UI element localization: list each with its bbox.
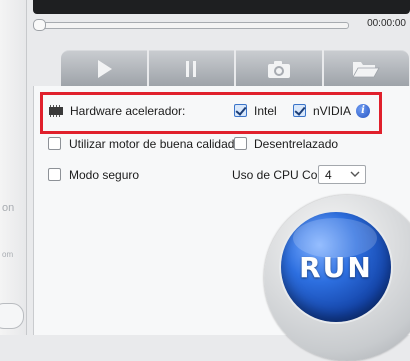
- chevron-down-icon: [350, 171, 360, 177]
- run-button[interactable]: RUN: [281, 212, 391, 322]
- intel-checkbox[interactable]: [234, 104, 247, 117]
- intel-label: Intel: [254, 104, 277, 118]
- deinterlace-checkbox[interactable]: [234, 137, 247, 150]
- camera-icon: [267, 60, 290, 78]
- safe-mode-checkbox[interactable]: [48, 168, 61, 181]
- cpu-core-label: Uso de CPU Core:: [232, 168, 332, 182]
- previous-panel-strip: on om: [0, 0, 27, 335]
- nvidia-label: nVIDIA: [313, 104, 352, 118]
- deinterlace-label: Desentrelazado: [254, 137, 339, 151]
- time-display: 00:00:00: [367, 18, 406, 29]
- ghost-text: on: [2, 202, 15, 214]
- safe-mode-label: Modo seguro: [69, 168, 140, 182]
- pause-icon: [186, 60, 197, 77]
- seek-bar-row: 00:00:00: [33, 16, 410, 34]
- quality-engine-checkbox[interactable]: [48, 137, 61, 150]
- player-toolbar: [60, 50, 410, 86]
- play-icon: [97, 59, 112, 78]
- hardware-accelerator-label: Hardware acelerador:: [70, 104, 186, 118]
- snapshot-button[interactable]: [236, 50, 322, 86]
- run-button-shine: [293, 218, 377, 258]
- cpu-core-value: 4: [325, 168, 332, 182]
- nvidia-checkbox[interactable]: [293, 104, 306, 117]
- chip-icon: [49, 105, 63, 117]
- seek-track[interactable]: [37, 22, 349, 29]
- pause-button[interactable]: [148, 50, 234, 86]
- play-button[interactable]: [61, 50, 147, 86]
- quality-engine-label: Utilizar motor de buena calidad: [69, 137, 235, 151]
- video-preview: [33, 0, 410, 14]
- open-folder-button[interactable]: [323, 50, 409, 86]
- folder-icon: [352, 61, 380, 77]
- seek-thumb[interactable]: [33, 19, 46, 31]
- left-side-tab[interactable]: [0, 303, 24, 329]
- info-icon[interactable]: i: [356, 104, 370, 118]
- ghost-text: om: [2, 250, 14, 259]
- cpu-core-select[interactable]: 4: [318, 165, 366, 184]
